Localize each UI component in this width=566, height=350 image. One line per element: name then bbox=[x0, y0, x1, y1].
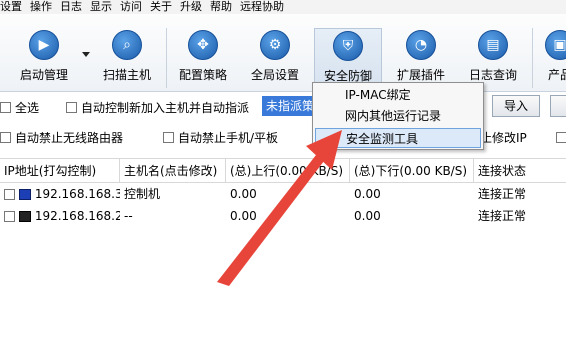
column-ip[interactable]: IP地址(打勾控制) bbox=[0, 159, 120, 183]
toolbar-divider bbox=[166, 28, 167, 88]
row-checkbox[interactable] bbox=[4, 211, 15, 222]
auto-control-checkbox[interactable] bbox=[66, 102, 77, 113]
config-policy-button[interactable]: ✥ 配置策略 bbox=[172, 28, 234, 92]
block-mobile-checkbox[interactable] bbox=[163, 132, 174, 143]
modify-ip-option[interactable]: 止修改IP bbox=[480, 129, 527, 146]
modify-ip-label: 止修改IP bbox=[480, 131, 527, 145]
import-button[interactable]: 导入 bbox=[492, 95, 540, 117]
menu-item-security-monitor[interactable]: 安全监测工具 bbox=[315, 128, 481, 148]
menu-upgrade[interactable]: 升级 bbox=[176, 0, 206, 14]
ip-cell: 192.168.168.2 bbox=[0, 205, 120, 227]
menu-remote-assist[interactable]: 远程协助 bbox=[236, 0, 288, 14]
computer-icon bbox=[18, 211, 31, 222]
download-cell: 0.00 bbox=[354, 187, 381, 201]
menu-item-ip-mac-binding[interactable]: IP-MAC绑定 bbox=[315, 85, 481, 105]
column-upload[interactable]: (总)上行(0.00 KB/S) bbox=[226, 159, 350, 183]
table-header: IP地址(打勾控制) 主机名(点击修改) (总)上行(0.00 KB/S) (总… bbox=[0, 159, 566, 183]
menu-item-network-records[interactable]: 网内其他运行记录 bbox=[315, 106, 481, 126]
upload-cell: 0.00 bbox=[230, 187, 257, 201]
hostname-cell[interactable]: 控制机 bbox=[120, 183, 226, 205]
global-settings-button[interactable]: ⚙ 全局设置 bbox=[244, 28, 306, 92]
select-all-checkbox[interactable] bbox=[0, 102, 11, 113]
menu-display[interactable]: 显示 bbox=[86, 0, 116, 14]
play-icon: ▶ bbox=[29, 30, 59, 60]
column-hostname[interactable]: 主机名(点击修改) bbox=[120, 159, 226, 183]
menu-settings[interactable]: 设置 bbox=[0, 0, 26, 14]
shield-icon: ⛨ bbox=[333, 31, 363, 61]
select-all-option[interactable]: 全选 bbox=[0, 99, 39, 116]
block-wireless-label: 自动禁止无线路由器 bbox=[15, 131, 124, 145]
modify-ip-checkbox[interactable] bbox=[556, 132, 566, 143]
table-row[interactable]: 192.168.168.3 控制机 0.00 0.00 连接正常 bbox=[0, 183, 566, 205]
toolbar: ▶ 启动管理 ⌕ 扫描主机 ✥ 配置策略 ⚙ 全局设置 ⛨ 安全防御 ◔ 扩展插… bbox=[0, 14, 566, 92]
scan-hosts-label: 扫描主机 bbox=[102, 68, 151, 82]
chevron-down-icon[interactable] bbox=[82, 52, 90, 57]
start-manage-label: 启动管理 bbox=[19, 68, 68, 82]
product-button[interactable]: ▣ 产品 bbox=[540, 28, 566, 92]
start-manage-button[interactable]: ▶ 启动管理 bbox=[8, 28, 80, 92]
product-icon: ▣ bbox=[545, 30, 566, 60]
select-all-label: 全选 bbox=[15, 101, 40, 115]
table-row[interactable]: 192.168.168.2 -- 0.00 0.00 连接正常 bbox=[0, 205, 566, 227]
auto-control-option[interactable]: 自动控制新加入主机并自动指派 bbox=[66, 99, 249, 116]
hostname-cell[interactable]: -- bbox=[120, 205, 226, 227]
row-checkbox[interactable] bbox=[4, 189, 15, 200]
block-mobile-label: 自动禁止手机/平板 bbox=[178, 131, 279, 145]
log-icon: ▤ bbox=[478, 30, 508, 60]
menu-access[interactable]: 访问 bbox=[116, 0, 146, 14]
security-defense-menu: IP-MAC绑定 网内其他运行记录 安全监测工具 bbox=[312, 82, 484, 150]
block-mobile-option[interactable]: 自动禁止手机/平板 bbox=[163, 129, 278, 146]
host-table: IP地址(打勾控制) 主机名(点击修改) (总)上行(0.00 KB/S) (总… bbox=[0, 158, 566, 350]
magnifier-icon: ⌕ bbox=[112, 30, 142, 60]
status-cell: 连接正常 bbox=[478, 187, 527, 201]
log-query-label: 日志查询 bbox=[468, 68, 517, 82]
status-cell: 连接正常 bbox=[478, 209, 527, 223]
toolbar-divider bbox=[532, 28, 533, 88]
computer-icon bbox=[18, 189, 31, 200]
download-cell: 0.00 bbox=[354, 209, 381, 223]
gear-icon: ⚙ bbox=[260, 30, 290, 60]
extension-plugin-label: 扩展插件 bbox=[396, 68, 445, 82]
column-download[interactable]: (总)下行(0.00 KB/S) bbox=[350, 159, 474, 183]
block-wireless-checkbox[interactable] bbox=[0, 132, 11, 143]
menu-log[interactable]: 日志 bbox=[56, 0, 86, 14]
extra-button[interactable] bbox=[550, 95, 566, 117]
ip-cell: 192.168.168.3 bbox=[0, 183, 120, 205]
config-policy-label: 配置策略 bbox=[178, 68, 227, 82]
plug-icon: ◔ bbox=[406, 30, 436, 60]
ip-value: 192.168.168.3 bbox=[34, 187, 120, 201]
auto-control-label: 自动控制新加入主机并自动指派 bbox=[81, 101, 250, 115]
gear-cross-icon: ✥ bbox=[188, 30, 218, 60]
ip-value: 192.168.168.2 bbox=[34, 209, 120, 223]
upload-cell: 0.00 bbox=[230, 209, 257, 223]
menu-about[interactable]: 关于 bbox=[146, 0, 176, 14]
product-label: 产品 bbox=[547, 68, 566, 82]
column-status[interactable]: 连接状态 bbox=[474, 159, 566, 183]
menu-bar: 设置 操作 日志 显示 访问 关于 升级 帮助 远程协助 bbox=[0, 0, 566, 14]
global-settings-label: 全局设置 bbox=[250, 68, 299, 82]
scan-hosts-button[interactable]: ⌕ 扫描主机 bbox=[94, 28, 160, 92]
block-wireless-option[interactable]: 自动禁止无线路由器 bbox=[0, 129, 123, 146]
menu-help[interactable]: 帮助 bbox=[206, 0, 236, 14]
menu-operation[interactable]: 操作 bbox=[26, 0, 56, 14]
